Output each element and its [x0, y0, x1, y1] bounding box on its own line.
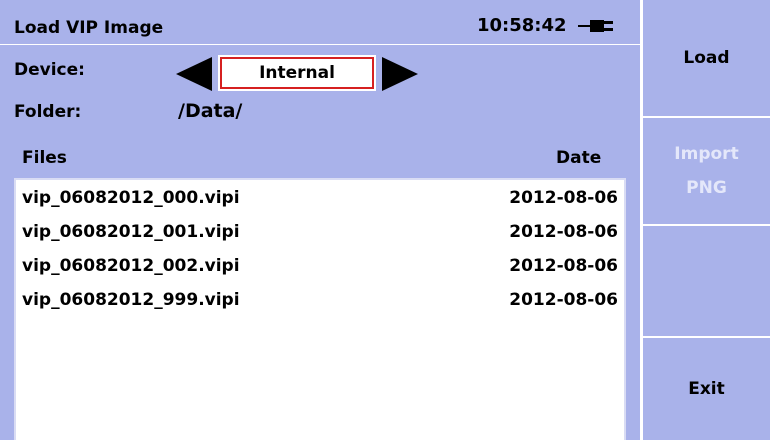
list-item[interactable]: vip_06082012_000.vipi 2012-08-06 [16, 180, 624, 214]
file-list[interactable]: vip_06082012_000.vipi 2012-08-06 vip_060… [14, 178, 626, 440]
device-value: Internal [259, 63, 335, 83]
title-bar: Load VIP Image 10:58:42 [0, 0, 640, 44]
triangle-right-icon[interactable] [382, 57, 418, 91]
device-selector[interactable]: Internal [220, 57, 374, 89]
import-button-label-line1: Import [674, 144, 739, 164]
list-item[interactable]: vip_06082012_001.vipi 2012-08-06 [16, 214, 624, 248]
clock: 10:58:42 [477, 15, 567, 36]
plug-icon [578, 20, 613, 32]
side-button-panel: Load Import PNG Exit [640, 0, 770, 440]
folder-path: /Data/ [178, 100, 243, 122]
load-button[interactable]: Load [643, 0, 770, 116]
import-button-label-line2: PNG [686, 178, 727, 198]
window-title: Load VIP Image [14, 18, 164, 38]
file-date: 2012-08-06 [509, 290, 618, 310]
list-item[interactable]: vip_06082012_002.vipi 2012-08-06 [16, 248, 624, 282]
file-date: 2012-08-06 [509, 188, 618, 208]
exit-button-label: Exit [688, 379, 725, 399]
file-date: 2012-08-06 [509, 256, 618, 276]
date-column-header: Date [556, 148, 602, 168]
file-name: vip_06082012_002.vipi [22, 256, 240, 276]
file-name: vip_06082012_999.vipi [22, 290, 240, 310]
file-name: vip_06082012_000.vipi [22, 188, 240, 208]
list-item[interactable]: vip_06082012_999.vipi 2012-08-06 [16, 282, 624, 316]
folder-label: Folder: [14, 102, 82, 122]
file-date: 2012-08-06 [509, 222, 618, 242]
triangle-left-icon[interactable] [176, 57, 212, 91]
empty-soft-button[interactable] [643, 226, 770, 336]
files-column-header: Files [22, 148, 67, 168]
import-png-button[interactable]: Import PNG [643, 118, 770, 224]
load-button-label: Load [683, 48, 730, 68]
main-panel: Load VIP Image 10:58:42 Device: Internal… [0, 0, 640, 440]
title-divider [0, 44, 640, 45]
device-label: Device: [14, 60, 85, 80]
file-name: vip_06082012_001.vipi [22, 222, 240, 242]
exit-button[interactable]: Exit [643, 338, 770, 440]
